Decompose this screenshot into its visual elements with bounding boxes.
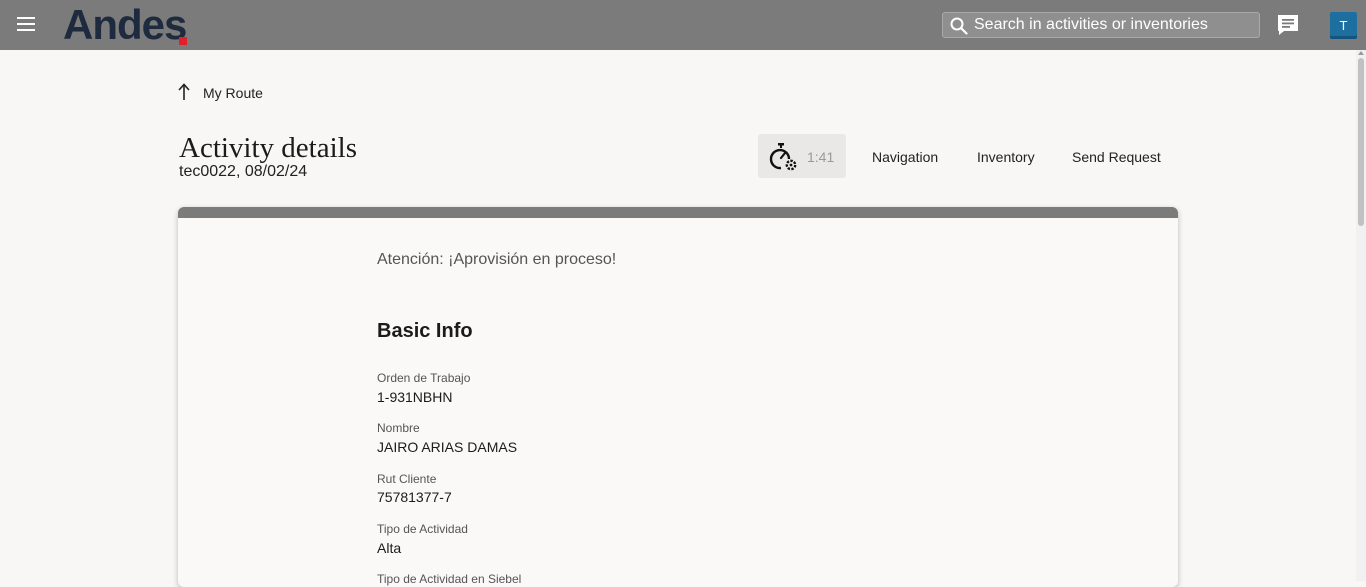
scroll-up-arrow-icon[interactable] [1358, 51, 1364, 55]
field-label-siebel-activity-type: Tipo de Actividad en Siebel [377, 572, 522, 586]
activity-timer-button[interactable]: 1:41 [758, 134, 846, 178]
field-label-client-rut: Rut Cliente [377, 472, 437, 486]
field-label-activity-type: Tipo de Actividad [377, 522, 468, 536]
page-subtitle: tec0022, 08/02/24 [179, 163, 308, 180]
timer-gear-icon [769, 143, 797, 171]
top-header-bar: Andes T [0, 0, 1366, 50]
search-icon [950, 17, 968, 35]
basic-info-heading: Basic Info [377, 320, 473, 342]
send-request-button[interactable]: Send Request [1072, 149, 1161, 165]
field-value-name: JAIRO ARIAS DAMAS [377, 439, 518, 455]
back-link-label: My Route [203, 85, 263, 101]
logo-text: Andes [63, 1, 187, 48]
search-box[interactable] [942, 12, 1260, 38]
field-value-work-order: 1-931NBHN [377, 389, 453, 405]
field-value-activity-type: Alta [377, 540, 402, 556]
provisioning-notice: Atención: ¡Aprovisión en proceso! [377, 251, 617, 268]
chat-icon[interactable] [1276, 13, 1300, 37]
field-label-work-order: Orden de Trabajo [377, 371, 471, 385]
search-input[interactable] [974, 13, 1254, 37]
app-logo[interactable]: Andes [63, 1, 187, 48]
navigation-button[interactable]: Navigation [872, 149, 938, 165]
card-header-bar [178, 207, 1178, 218]
user-avatar[interactable]: T [1330, 12, 1357, 39]
menu-icon[interactable] [17, 17, 35, 31]
timer-value: 1:41 [807, 149, 835, 165]
page-title: Activity details [179, 132, 357, 164]
scrollbar-thumb[interactable] [1358, 58, 1364, 226]
inventory-button[interactable]: Inventory [977, 149, 1035, 165]
arrow-up-icon [178, 83, 190, 100]
field-label-name: Nombre [377, 421, 420, 435]
field-value-client-rut: 75781377-7 [377, 489, 452, 505]
activity-details-card: Atención: ¡Aprovisión en proceso! Basic … [178, 207, 1178, 587]
